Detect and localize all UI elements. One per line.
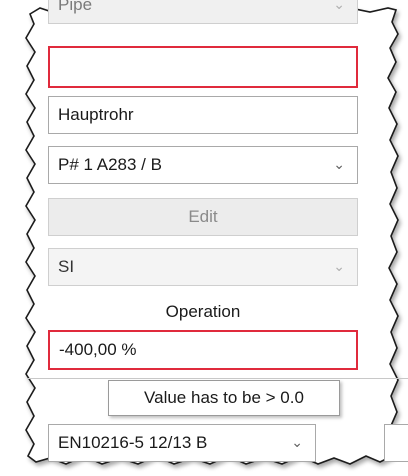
unit-select-value: SI (58, 257, 75, 276)
chevron-down-icon: ⌄ (333, 0, 345, 13)
operation-label: Operation (165, 302, 241, 321)
name-field[interactable] (48, 46, 358, 88)
operation-field-value: -400,00 % (59, 340, 137, 359)
type-select[interactable]: Pipe ⌄ (48, 0, 358, 24)
validation-tooltip: Value has to be > 0.0 (108, 380, 340, 416)
operation-field[interactable]: -400,00 % (48, 330, 358, 370)
edit-button-label: Edit (188, 207, 218, 226)
type-select-value: Pipe (58, 0, 93, 14)
chevron-down-icon: ⌄ (291, 435, 303, 451)
section-divider (28, 378, 408, 379)
material-select-value: P# 1 A283 / B (58, 155, 162, 174)
standard-select[interactable]: EN10216-5 12/13 B ⌄ (48, 424, 316, 462)
chevron-down-icon: ⌄ (333, 259, 345, 275)
standard-select-value: EN10216-5 12/13 B (58, 433, 208, 452)
description-field[interactable]: Hauptrohr (48, 96, 358, 134)
edit-button[interactable]: Edit (48, 198, 358, 236)
chevron-down-icon: ⌄ (333, 157, 345, 173)
material-select[interactable]: P# 1 A283 / B ⌄ (48, 146, 358, 184)
description-field-value: Hauptrohr (58, 105, 134, 124)
partial-side-button[interactable] (384, 424, 408, 462)
unit-select[interactable]: SI ⌄ (48, 248, 358, 286)
